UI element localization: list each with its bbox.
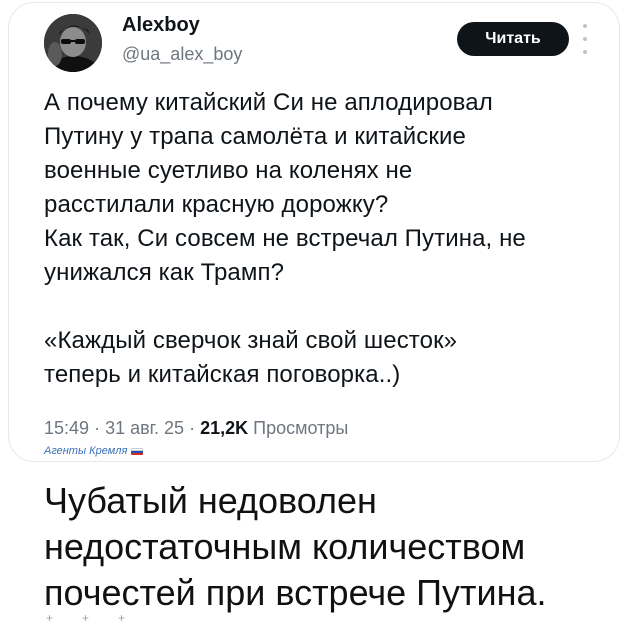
avatar-photo	[44, 14, 102, 72]
watermark-text: Агенты Кремля	[44, 445, 128, 457]
plus-mark: +	[82, 611, 90, 625]
user-handle[interactable]: @ua_alex_boy	[122, 44, 242, 65]
tweet-text-line: унижался как Трамп?	[44, 259, 285, 286]
caption-line: Чубатый недоволен	[44, 480, 377, 521]
follow-button[interactable]: Читать	[457, 22, 569, 56]
tweet-date[interactable]: 31 авг. 25	[105, 418, 184, 438]
watermark: Агенты Кремля	[44, 445, 144, 457]
caption-line: недостаточным количеством	[44, 526, 526, 567]
plus-mark: +	[118, 611, 126, 625]
tweet-text-line: теперь и китайская поговорка..)	[44, 361, 401, 388]
tweet-text-line: военные суетливо на коленях не	[44, 157, 413, 184]
caption: Чубатый недоволен недостаточным количест…	[44, 478, 624, 616]
tweet-text-line: А почему китайский Си не аплодировал	[44, 89, 493, 116]
meta-separator: ·	[94, 418, 101, 438]
russian-flag-icon	[131, 447, 144, 455]
views-label[interactable]: Просмотры	[253, 418, 348, 438]
caption-line: почестей при встрече Путина.	[44, 572, 547, 613]
display-name[interactable]: Alexboy	[122, 14, 200, 37]
more-vertical-icon[interactable]	[578, 24, 592, 54]
meta-separator: ·	[189, 418, 196, 438]
tweet-text-line: расстилали красную дорожку?	[44, 191, 389, 218]
views-count[interactable]: 21,2K	[200, 418, 248, 438]
tweet-text-line: Путину у трапа самолёта и китайские	[44, 123, 466, 150]
tweet-text-line: «Каждый сверчок знай свой шесток»	[44, 327, 458, 354]
avatar[interactable]	[44, 14, 102, 72]
tweet-time[interactable]: 15:49	[44, 418, 89, 438]
tweet-text: А почему китайский Си не аплодировал Пут…	[44, 86, 604, 392]
tweet-meta: 15:49 · 31 авг. 25 · 21,2K Просмотры	[44, 418, 348, 439]
plus-mark: +	[46, 611, 54, 625]
tweet-text-line: Как так, Си совсем не встречал Путина, н…	[44, 225, 526, 252]
